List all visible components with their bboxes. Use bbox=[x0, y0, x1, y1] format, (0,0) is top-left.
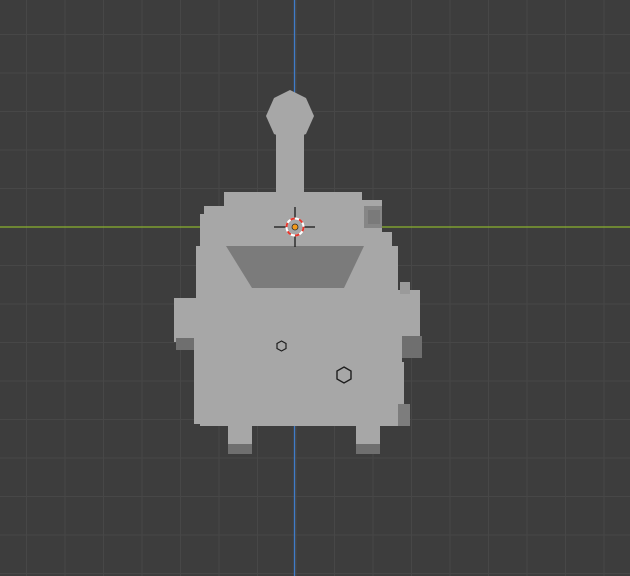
origin-dot-icon bbox=[291, 223, 299, 231]
corner-block-inner bbox=[368, 210, 380, 224]
front-right-foot-shadow bbox=[356, 444, 380, 454]
viewport-canvas[interactable] bbox=[0, 0, 630, 576]
blocky-creature-mesh[interactable] bbox=[174, 90, 422, 454]
antenna-head[interactable] bbox=[266, 90, 314, 140]
right-arm-shadow bbox=[400, 336, 422, 358]
front-left-foot-shadow bbox=[228, 444, 252, 454]
body-right-edge bbox=[398, 404, 410, 426]
right-arm-tip bbox=[400, 282, 410, 294]
3d-viewport[interactable] bbox=[0, 0, 630, 576]
